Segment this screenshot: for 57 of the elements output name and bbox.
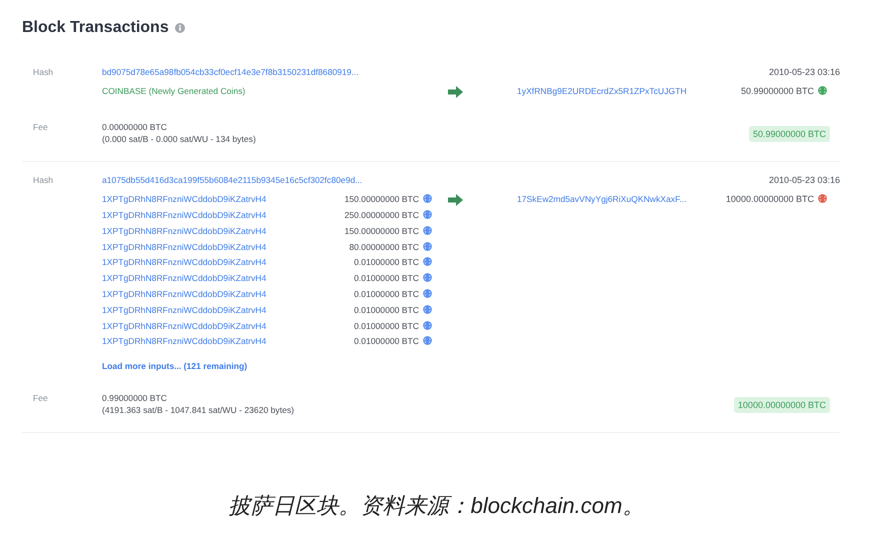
input-amount: 0.01000000 BTC — [354, 320, 419, 331]
globe-icon[interactable] — [423, 320, 432, 330]
transaction-hash-link[interactable]: a1075db55d416d3ca199f55b6084e2115b9345e16c5cf302fc80e9d... — [102, 175, 362, 186]
globe-icon[interactable] — [423, 288, 432, 298]
input-address-link[interactable]: 1XPTgDRhN8RFnzniWCddobD9iKZatrvH4 — [102, 210, 344, 220]
fee-amount: 0.99000000 BTC — [102, 393, 168, 405]
input-amount: 0.01000000 BTC — [354, 288, 419, 299]
input-amount: 80.00000000 BTC — [349, 242, 419, 252]
globe-icon[interactable] — [423, 210, 432, 219]
hash-label: Hash — [32, 175, 54, 186]
fee-label: Fee — [32, 122, 49, 134]
input-amount: 150.00000000 BTC — [344, 194, 419, 204]
globe-icon[interactable] — [423, 304, 432, 314]
transaction-hash-link[interactable]: bd9075d78e65a98fb054cb33cf0ecf14e3e7f8b3150231df8680919... — [102, 67, 359, 77]
input-address-link[interactable]: 1XPTgDRhN8RFnzniWCddobD9iKZatrvH4 — [102, 304, 354, 315]
globe-icon[interactable] — [818, 194, 827, 204]
info-icon[interactable] — [174, 23, 185, 33]
output-amount: 50.99000000 BTC — [740, 86, 814, 96]
output-address-link[interactable]: 1yXfRNBg9E2URDEcrdZx5R1ZPxTcUJGTH — [517, 86, 741, 96]
input-address-link[interactable]: 1XPTgDRhN8RFnzniWCddobD9iKZatrvH4 — [102, 288, 354, 299]
output-amount: 10000.00000000 BTC — [726, 194, 814, 204]
globe-icon[interactable] — [423, 242, 432, 251]
coinbase-label: COINBASE (Newly Generated Coins) — [102, 86, 246, 96]
input-amount: 0.01000000 BTC — [354, 273, 419, 284]
section-title: Block Transactions — [22, 19, 169, 37]
arrow-right-icon — [448, 86, 463, 98]
globe-icon[interactable] — [818, 86, 827, 95]
output-address-link[interactable]: 17SkEw2md5avVNyYgj6RiXuQKNwkXaxF... — [517, 194, 726, 204]
input-address-link[interactable]: 1XPTgDRhN8RFnzniWCddobD9iKZatrvH4 — [102, 226, 344, 236]
input-address-link[interactable]: 1XPTgDRhN8RFnzniWCddobD9iKZatrvH4 — [102, 194, 344, 204]
globe-icon[interactable] — [423, 273, 432, 282]
total-amount: 10000.00000000 BTC — [734, 396, 830, 413]
fee-detail: (4191.363 sat/B - 1047.841 sat/WU - 23620 bytes) — [102, 404, 296, 416]
arrow-right-icon — [448, 194, 463, 206]
globe-icon[interactable] — [423, 226, 432, 235]
total-amount: 50.99000000 BTC — [748, 126, 830, 142]
fee-detail: (0.000 sat/B - 0.000 sat/WU - 134 bytes) — [102, 134, 257, 146]
globe-icon[interactable] — [423, 336, 432, 346]
transaction-time: 2010-05-23 03:16 — [768, 175, 840, 186]
input-address-link[interactable]: 1XPTgDRhN8RFnzniWCddobD9iKZatrvH4 — [102, 336, 354, 346]
input-address-link[interactable]: 1XPTgDRhN8RFnzniWCddobD9iKZatrvH4 — [102, 320, 354, 331]
fee-label: Fee — [32, 393, 49, 406]
input-amount: 0.01000000 BTC — [354, 336, 419, 346]
input-amount: 150.00000000 BTC — [344, 226, 419, 236]
input-address-link[interactable]: 1XPTgDRhN8RFnzniWCddobD9iKZatrvH4 — [102, 257, 354, 268]
transaction-time: 2010-05-23 03:16 — [768, 67, 840, 77]
globe-icon[interactable] — [423, 257, 432, 266]
load-more-link[interactable]: Load more inputs... (121 remaining) — [102, 361, 248, 372]
input-amount: 0.01000000 BTC — [354, 304, 419, 315]
input-amount: 0.01000000 BTC — [354, 257, 419, 268]
input-address-link[interactable]: 1XPTgDRhN8RFnzniWCddobD9iKZatrvH4 — [102, 273, 354, 284]
hash-label: Hash — [32, 67, 54, 77]
globe-icon[interactable] — [423, 194, 432, 204]
fee-amount: 0.00000000 BTC — [102, 122, 168, 134]
input-amount: 250.00000000 BTC — [344, 210, 419, 220]
figure-caption: 披萨日区块。资料来源：blockchain.com。 — [228, 492, 646, 520]
input-address-link[interactable]: 1XPTgDRhN8RFnzniWCddobD9iKZatrvH4 — [102, 242, 350, 252]
